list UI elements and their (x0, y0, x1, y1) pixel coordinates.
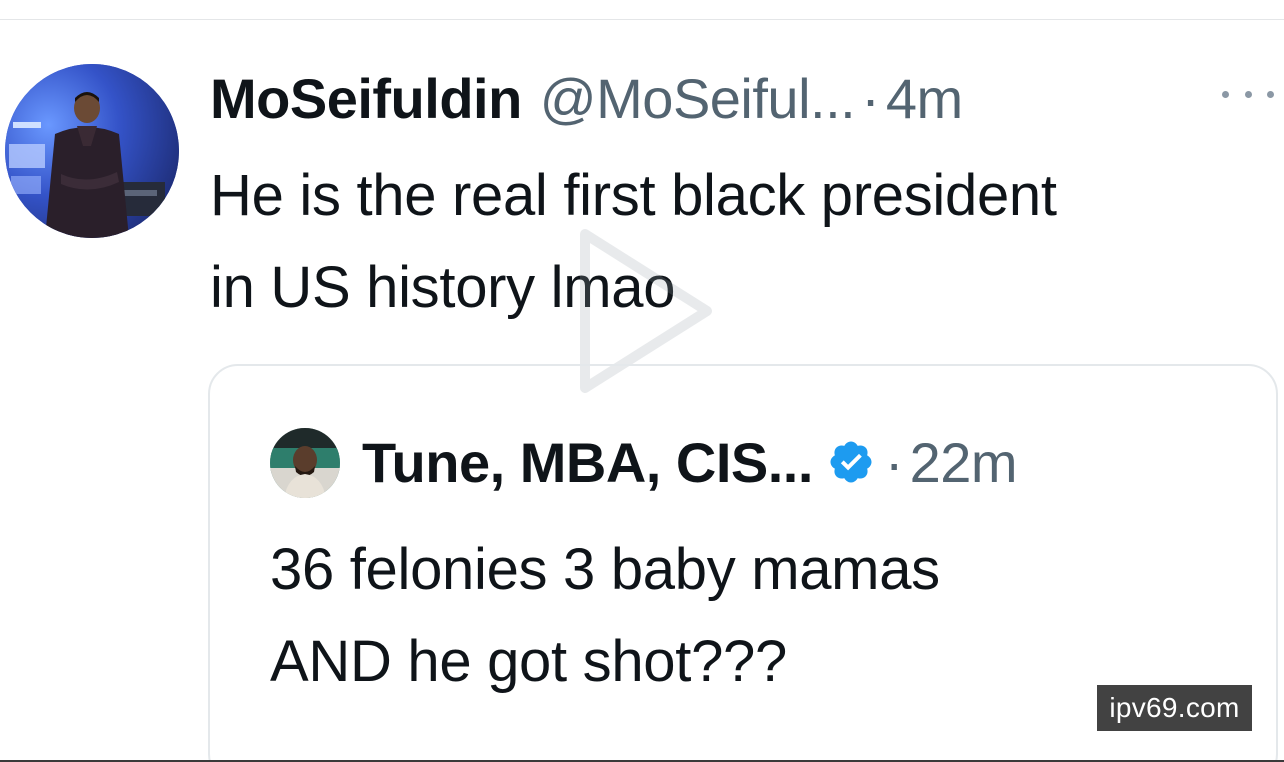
tweet-text-line: in US history lmao (210, 255, 676, 320)
author-display-name[interactable]: MoSeifuldin (210, 66, 522, 131)
author-handle[interactable]: @MoSeiful... (540, 66, 856, 131)
author-avatar[interactable] (5, 64, 179, 238)
author-avatar-image (5, 64, 179, 238)
quoted-tweet-text-line: 36 felonies 3 baby mamas (270, 537, 940, 602)
more-horizontal-icon (1222, 90, 1229, 98)
tweet-timestamp[interactable]: 4m (886, 66, 963, 131)
header-separator: · (861, 66, 880, 130)
screenshot-frame: MoSeifuldin @MoSeiful... · 4m He is the … (0, 0, 1284, 762)
more-options-button[interactable] (1222, 82, 1274, 106)
tweet-text-line: He is the real first black president (210, 163, 1057, 228)
quoted-tweet-header: Tune, MBA, CIS... · 22m (362, 424, 1018, 500)
top-divider (0, 19, 1284, 20)
tweet-header: MoSeifuldin @MoSeiful... · 4m (210, 58, 963, 138)
verified-badge-icon (830, 441, 872, 483)
quoted-author-display-name[interactable]: Tune, MBA, CIS... (362, 430, 813, 495)
quoted-avatar-image (270, 428, 340, 498)
watermark-label: ipv69.com (1097, 685, 1252, 731)
tweet-text: He is the real first black president in … (210, 150, 1284, 334)
more-horizontal-icon (1244, 90, 1252, 98)
quoted-tweet-text: 36 felonies 3 baby mamas AND he got shot… (270, 524, 1270, 708)
quoted-author-avatar[interactable] (270, 428, 340, 498)
quoted-header-separator: · (884, 430, 904, 494)
more-horizontal-icon (1267, 90, 1274, 98)
quoted-tweet-timestamp[interactable]: 22m (910, 430, 1018, 495)
